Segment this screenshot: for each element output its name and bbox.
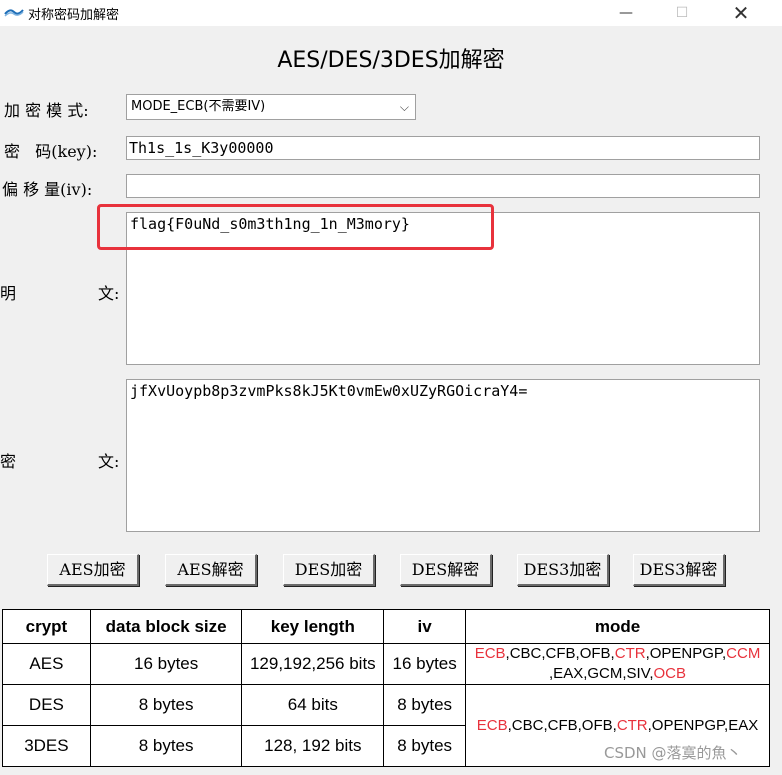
table-cell: 8 bytes xyxy=(89,725,243,767)
table-cell: 16 bytes xyxy=(383,643,467,685)
mode-text: ECB xyxy=(476,716,508,734)
mode-text: CTR xyxy=(614,645,646,662)
close-button[interactable]: ✕ xyxy=(718,0,764,26)
table-row: DES 8 bytes 64 bits 8 bytes ECB,CBC,CFB,… xyxy=(2,684,770,767)
table-cell: 8 bytes xyxy=(89,684,243,726)
window-title: 对称密码加解密 xyxy=(28,8,120,23)
chevron-down-icon: ⌵ xyxy=(399,100,409,114)
table-cell: 8 bytes xyxy=(383,725,467,767)
mode-text: ,OPENPGP,EAX xyxy=(647,716,759,734)
table-header: mode xyxy=(465,609,770,644)
mode-text: OCB xyxy=(653,665,687,682)
table-cell: 16 bytes xyxy=(89,643,243,685)
table-header: iv xyxy=(383,609,467,644)
des3-encrypt-button[interactable]: DES3加密 xyxy=(517,554,609,586)
plaintext-label-left: 明 xyxy=(0,284,17,303)
mode-select-value: MODE_ECB(不需要IV) xyxy=(131,99,266,114)
mode-text: ,CBC,CFB,OFB, xyxy=(505,645,615,662)
aes-encrypt-button[interactable]: AES加密 xyxy=(47,554,139,586)
table-header: key length xyxy=(241,609,385,644)
key-label: 密 码(key): xyxy=(4,142,98,161)
page-title: AES/DES/3DES加解密 xyxy=(277,48,505,73)
table-cell: 3DES xyxy=(2,725,91,767)
mode-text: CCM xyxy=(726,645,761,662)
iv-label: 偏 移 量(iv): xyxy=(2,180,93,199)
mode-text: ,CBC,CFB,OFB, xyxy=(507,716,617,734)
ciphertext-area[interactable]: jfXvUoypb8p3zvmPks8kJ5Kt0vmEw0xUZyRGOicr… xyxy=(126,379,760,532)
table-cell: AES xyxy=(2,643,91,685)
table-row: AES 16 bytes 129,192,256 bits 16 bytes E… xyxy=(2,643,770,685)
key-input[interactable]: Th1s_1s_K3y00000 xyxy=(126,136,760,160)
mode-label: 加 密 模 式: xyxy=(4,101,89,120)
table-header: crypt xyxy=(2,609,91,644)
plaintext-label-right: 文: xyxy=(98,284,120,303)
table-cell: 64 bits xyxy=(241,684,385,726)
mode-text: CTR xyxy=(616,716,648,734)
minimize-button[interactable]: — xyxy=(603,0,649,26)
maximize-button[interactable]: ☐ xyxy=(659,0,705,26)
mode-text: ECB xyxy=(474,645,506,662)
des3-decrypt-button[interactable]: DES3解密 xyxy=(633,554,725,586)
app-icon xyxy=(4,9,24,17)
watermark: CSDN @落寞的魚丶 xyxy=(604,744,742,762)
title-bar: 对称密码加解密 — ☐ ✕ xyxy=(0,0,782,26)
table-header: data block size xyxy=(89,609,243,644)
ciphertext-label-left: 密 xyxy=(0,452,17,471)
aes-decrypt-button[interactable]: AES解密 xyxy=(165,554,257,586)
mode-text: ,EAX,GCM,SIV, xyxy=(549,665,654,682)
table-header-row: crypt data block size key length iv mode xyxy=(2,609,770,644)
table-cell: 128, 192 bits xyxy=(241,725,385,767)
highlight-box xyxy=(97,204,494,250)
mode-text: ,OPENPGP, xyxy=(645,645,727,662)
table-cell: 8 bytes xyxy=(383,684,467,726)
mode-select[interactable]: MODE_ECB(不需要IV) ⌵ xyxy=(126,94,416,120)
table-cell: 129,192,256 bits xyxy=(241,643,385,685)
table-cell: DES xyxy=(2,684,91,726)
des-encrypt-button[interactable]: DES加密 xyxy=(283,554,375,586)
aes-modes-cell: ECB,CBC,CFB,OFB,CTR,OPENPGP,CCM ,EAX,GCM,… xyxy=(465,643,770,685)
des-decrypt-button[interactable]: DES解密 xyxy=(400,554,492,586)
ciphertext-label-right: 文: xyxy=(98,452,120,471)
iv-input[interactable] xyxy=(126,174,760,198)
